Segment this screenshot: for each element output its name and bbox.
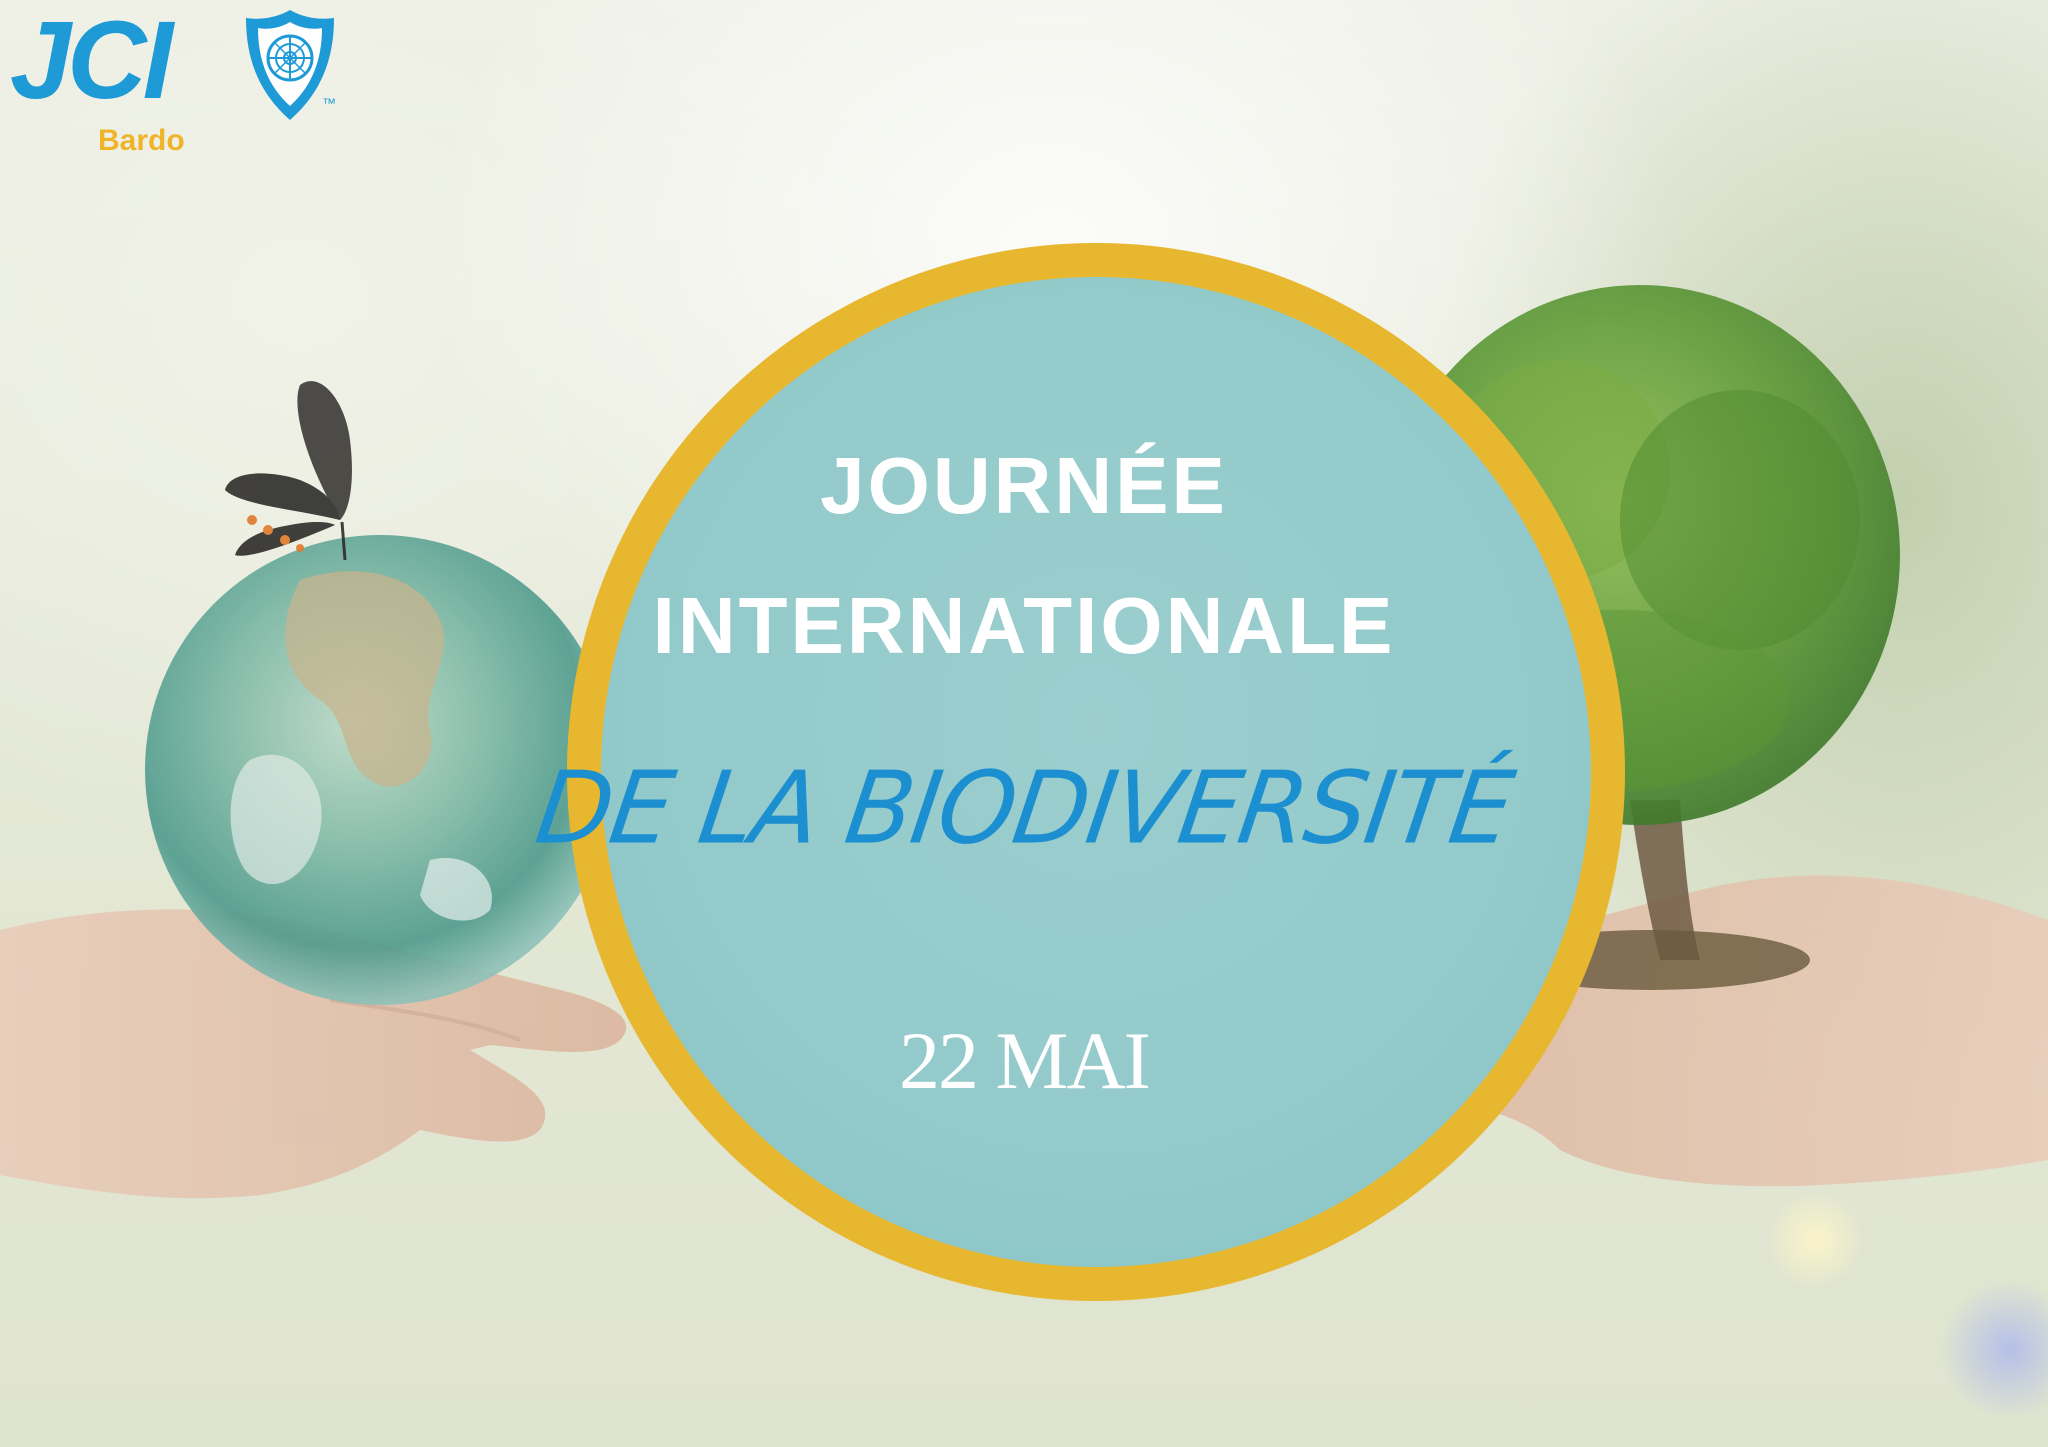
headline-line1: JOURNÉE: [820, 441, 1228, 530]
event-date: 22 MAI: [899, 1015, 1151, 1106]
bokeh-light: [1765, 1190, 1865, 1290]
poster: JCI ™ Bardo JOURNÉE INTERNATIONALE DE LA…: [0, 0, 2048, 1447]
bokeh-light: [1940, 1280, 2048, 1420]
logo-chapter: Bardo: [98, 124, 185, 157]
jci-logo: JCI ™ Bardo: [10, 6, 360, 166]
logo-wordmark: JCI: [10, 0, 173, 122]
headline-line2: INTERNATIONALE: [652, 581, 1396, 670]
trademark-symbol: ™: [322, 95, 336, 111]
headline-subtitle: DE LA BIODIVERSITÉ: [529, 750, 1519, 868]
